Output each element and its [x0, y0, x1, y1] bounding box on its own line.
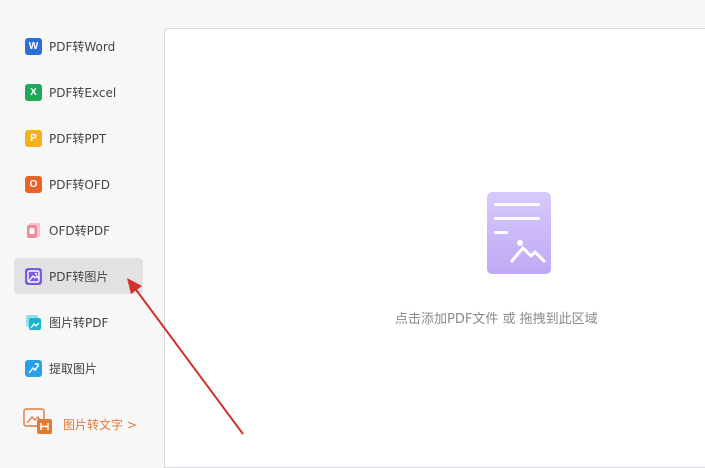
- ofd-icon: O: [25, 175, 42, 193]
- nav-label: 提取图片: [49, 361, 98, 376]
- nav-item-extract-image[interactable]: 提取图片: [14, 350, 143, 386]
- nav-item-pdf-to-ppt[interactable]: P PDF转PPT: [14, 120, 143, 156]
- image-icon: [25, 267, 42, 285]
- image-to-pdf-icon: [25, 314, 42, 331]
- pdf-icon: [25, 222, 42, 239]
- main-panel: 点击添加PDF文件 或 拖拽到此区域: [164, 28, 705, 468]
- nav-item-pdf-to-word[interactable]: W PDF转Word: [14, 28, 143, 64]
- word-icon: W: [25, 37, 42, 55]
- drop-zone[interactable]: 点击添加PDF文件 或 拖拽到此区域: [165, 29, 705, 467]
- nav-label: OFD转PDF: [49, 223, 110, 238]
- nav-item-ofd-to-pdf[interactable]: OFD转PDF: [14, 212, 143, 248]
- nav-item-pdf-to-excel[interactable]: X PDF转Excel: [14, 74, 143, 110]
- nav-label: PDF转PPT: [49, 131, 107, 146]
- nav-label: PDF转Excel: [49, 85, 117, 100]
- image-to-text-link[interactable]: 图片转文字 >: [23, 408, 137, 440]
- extract-image-icon: [25, 359, 42, 377]
- ocr-icon: [23, 408, 53, 440]
- nav-item-pdf-to-ofd[interactable]: O PDF转OFD: [14, 166, 143, 202]
- drop-hint: 点击添加PDF文件 或 拖拽到此区域: [395, 312, 598, 327]
- nav-label: PDF转Word: [49, 39, 116, 54]
- nav-label: 图片转PDF: [49, 315, 109, 330]
- image-to-text-label: 图片转文字 >: [63, 417, 137, 432]
- nav-item-image-to-pdf[interactable]: 图片转PDF: [14, 304, 143, 340]
- nav-label: PDF转图片: [49, 269, 109, 284]
- sidebar: W PDF转Word X PDF转Excel P PDF转PPT O PDF转O…: [0, 0, 160, 457]
- excel-icon: X: [25, 83, 42, 101]
- ppt-icon: P: [25, 129, 42, 147]
- nav-label: PDF转OFD: [49, 177, 110, 192]
- nav-item-pdf-to-image[interactable]: PDF转图片: [14, 258, 143, 294]
- document-image-icon: [485, 192, 553, 278]
